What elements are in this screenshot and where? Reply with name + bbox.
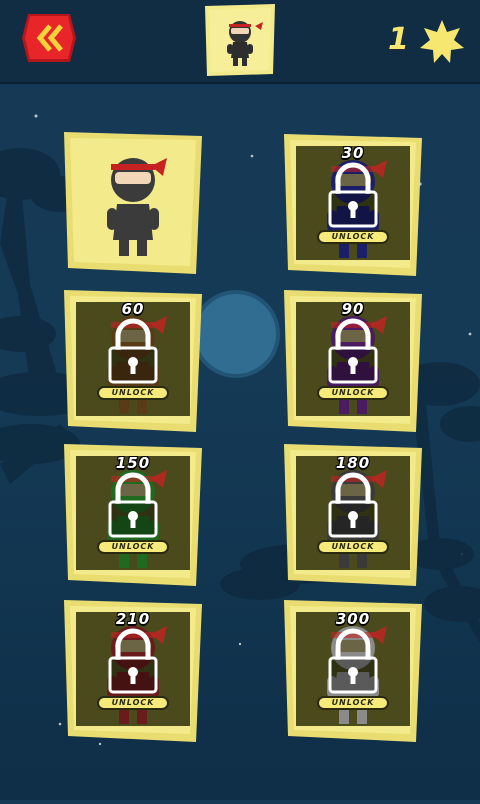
price-label: 150 xyxy=(115,454,151,472)
locked-character-card[interactable]: 150 UNLOCK xyxy=(58,440,208,590)
price-label: 30 xyxy=(341,144,365,162)
locked-character-card[interactable]: 180 UNLOCK xyxy=(278,440,428,590)
unlock-button[interactable]: UNLOCK xyxy=(317,540,389,554)
unlock-button[interactable]: UNLOCK xyxy=(317,230,389,244)
locked-character-card[interactable]: 300 UNLOCK xyxy=(278,596,428,746)
unlock-button[interactable]: UNLOCK xyxy=(317,696,389,710)
unlock-button[interactable]: UNLOCK xyxy=(97,540,169,554)
card-frame xyxy=(64,132,202,274)
unlock-button[interactable]: UNLOCK xyxy=(97,696,169,710)
price-label: 90 xyxy=(341,300,365,318)
price-label: 210 xyxy=(115,610,151,628)
selected-character-card[interactable] xyxy=(203,4,277,76)
unlocked-character-card[interactable] xyxy=(58,128,208,278)
price-label: 300 xyxy=(335,610,371,628)
ninja-avatar-icon xyxy=(205,4,275,76)
locked-character-card[interactable]: 30 UNLOCK xyxy=(278,130,428,280)
locked-character-card[interactable]: 210 UNLOCK xyxy=(58,596,208,746)
star-icon xyxy=(418,18,466,66)
star-count: 1 xyxy=(388,22,409,57)
unlock-button[interactable]: UNLOCK xyxy=(97,386,169,400)
unlock-button[interactable]: UNLOCK xyxy=(317,386,389,400)
price-label: 180 xyxy=(335,454,371,472)
locked-character-card[interactable]: 60 UNLOCK xyxy=(58,286,208,436)
locked-character-card[interactable]: 90 UNLOCK xyxy=(278,286,428,436)
price-label: 60 xyxy=(121,300,145,318)
back-button[interactable] xyxy=(20,10,78,66)
double-chevron-left-icon xyxy=(22,14,76,62)
